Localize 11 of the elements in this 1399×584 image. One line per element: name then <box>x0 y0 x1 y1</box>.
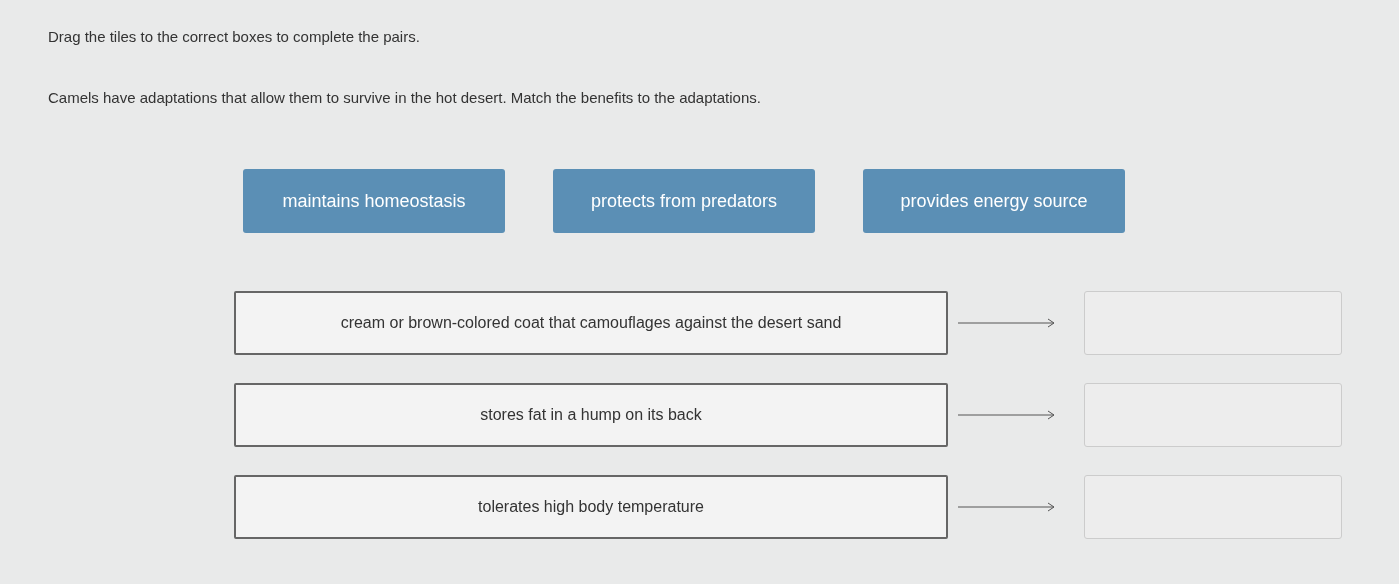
adaptation-box: cream or brown-colored coat that camouflages against the desert sand <box>234 291 948 355</box>
drop-box[interactable] <box>1084 475 1342 539</box>
answer-tile[interactable]: provides energy source <box>863 169 1125 233</box>
drop-box[interactable] <box>1084 383 1342 447</box>
answer-tile[interactable]: maintains homeostasis <box>243 169 505 233</box>
adaptation-box: stores fat in a hump on its back <box>234 383 948 447</box>
instruction-text: Drag the tiles to the correct boxes to complete the pairs. <box>48 27 421 47</box>
answer-tile[interactable]: protects from predators <box>553 169 815 233</box>
question-text: Camels have adaptations that allow them to survive in the hot desert. Match the benefits to the adaptations. <box>48 87 762 108</box>
adaptation-box: tolerates high body temperature <box>234 475 948 539</box>
drop-box[interactable] <box>1084 291 1342 355</box>
